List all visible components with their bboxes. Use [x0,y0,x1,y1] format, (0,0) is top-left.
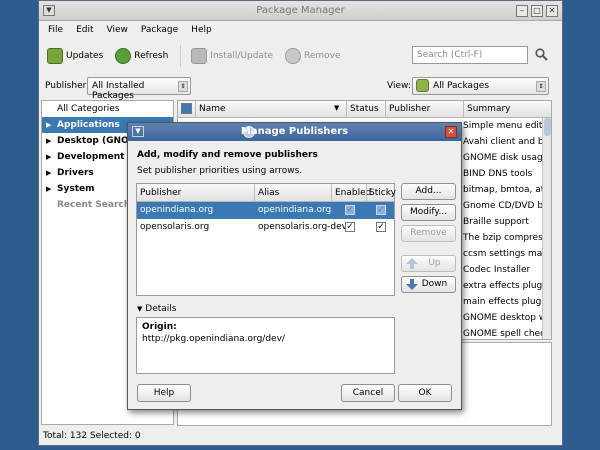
menu-edit[interactable]: Edit [76,25,93,35]
chevron-updown-icon: ⇕ [536,81,546,92]
menu-package[interactable]: Package [141,25,178,35]
expander-icon[interactable]: ▶ [46,181,51,197]
publisher-combo[interactable]: All Installed Packages ⇕ [87,77,191,101]
sidebar-item-all-categories[interactable]: All Categories [42,101,173,117]
updates-icon [47,48,63,64]
menu-help[interactable]: Help [191,25,212,35]
column-alias[interactable]: Alias [258,188,279,198]
select-all-checkbox[interactable] [181,103,192,114]
updates-button[interactable]: Updates [47,48,103,64]
menu-view[interactable]: View [107,25,128,35]
column-publisher[interactable]: Publisher [140,188,181,198]
minimize-icon[interactable]: – [516,5,528,17]
package-summary-cell[interactable]: Braille support [460,214,551,230]
maximize-icon[interactable]: □ [531,5,543,17]
view-label: View: [387,81,411,91]
sort-arrow-icon: ▼ [334,104,340,112]
scrollbar-thumb[interactable] [544,118,551,136]
package-summary-cell[interactable]: Avahi client and bridg [460,134,551,150]
enabled-checkbox[interactable]: ✓ [345,222,355,232]
remove-button[interactable]: Remove [285,48,341,64]
menubar: File Edit View Package Help [39,22,562,38]
sticky-checkbox[interactable]: ✓ [376,222,386,232]
publisher-table: Publisher Alias Enabled Sticky openindia… [136,183,396,296]
close-icon[interactable]: ✕ [445,126,457,138]
package-summary-cell[interactable]: ccsm settings manac [460,246,551,262]
publisher-row[interactable]: opensolaris.org opensolaris.org-dev ✓ ✓ [137,219,394,236]
package-summary-cell[interactable]: Simple menu editor f [460,118,551,134]
add-publisher-button[interactable]: Add... [401,183,456,200]
expander-icon[interactable]: ▶ [46,149,51,165]
summary-column: Simple menu editor f Avahi client and bri… [460,118,551,339]
move-down-button[interactable]: Down [401,276,456,293]
package-summary-cell[interactable]: The bzip compressio [460,230,551,246]
arrow-down-icon [406,279,418,290]
modify-publisher-button[interactable]: Modify... [401,204,456,221]
window-title: Package Manager [256,5,345,16]
remove-publisher-button[interactable]: Remove [401,225,456,242]
move-up-button[interactable]: Up [401,255,456,272]
package-summary-cell[interactable]: GNOME disk usage a [460,150,551,166]
column-publisher[interactable]: Publisher [389,104,430,114]
search-input[interactable]: Search (Ctrl-F) [412,46,528,64]
package-summary-cell[interactable]: bitmap, bmtoa, atob [460,182,551,198]
packages-icon [416,79,429,92]
remove-icon [285,48,302,64]
menu-file[interactable]: File [48,25,63,35]
expander-icon[interactable]: ▶ [46,117,51,133]
package-list-header: Name ▼ Status Publisher Summary [178,101,551,118]
expander-icon[interactable]: ▶ [46,165,51,181]
dialog-subheading: Set publisher priorities using arrows. [137,166,303,176]
dialog-heading: Add, modify and remove publishers [137,150,318,160]
dialog-title: Manage Publishers [240,126,349,137]
package-summary-cell[interactable]: GNOME spell checkov [460,326,551,339]
status-bar: Total: 132 Selected: 0 [43,431,141,441]
help-button[interactable]: Help [137,384,191,402]
manage-publishers-dialog: ▼ Manage Publishers ✕ Add, modify and re… [127,122,462,410]
column-status[interactable]: Status [350,104,379,114]
refresh-button[interactable]: Refresh [115,48,168,64]
view-combo[interactable]: All Packages ⇕ [412,77,549,95]
cancel-button[interactable]: Cancel [341,384,395,402]
ok-button[interactable]: OK [398,384,452,402]
column-name[interactable]: Name [199,104,226,114]
column-summary[interactable]: Summary [467,104,511,114]
refresh-icon [115,48,132,64]
sticky-checkbox[interactable]: ✓ [376,205,386,215]
details-expander[interactable]: ▼ Details [137,304,176,314]
package-summary-cell[interactable]: main effects plugins [460,294,551,310]
enabled-checkbox[interactable]: ✓ [345,205,355,215]
search-icon[interactable] [535,48,548,61]
package-summary-cell[interactable]: extra effects plugins [460,278,551,294]
publisher-row[interactable]: openindiana.org openindiana.org ✓ ✓ [137,202,394,219]
origin-label: Origin: [142,322,177,332]
filter-bar: Publisher: All Installed Packages ⇕ View… [39,76,562,101]
origin-value: http://pkg.openindiana.org/dev/ [142,334,285,344]
publisher-table-header: Publisher Alias Enabled Sticky [137,184,396,202]
close-icon[interactable]: ✕ [546,5,558,17]
expander-down-icon: ▼ [137,305,143,313]
package-summary-cell[interactable]: GNOME desktop wid [460,310,551,326]
install-icon [191,48,208,64]
expander-icon[interactable]: ▶ [46,133,51,149]
chevron-updown-icon: ⇕ [178,81,188,92]
dialog-titlebar[interactable]: ▼ Manage Publishers ✕ [128,123,461,141]
arrow-up-icon [406,258,418,269]
install-update-button[interactable]: Install/Update [191,48,273,64]
package-summary-cell[interactable]: BIND DNS tools [460,166,551,182]
publisher-details-box: Origin: http://pkg.openindiana.org/dev/ [136,317,395,374]
package-summary-cell[interactable]: Gnome CD/DVD burr [460,198,551,214]
column-sticky[interactable]: Sticky [369,188,396,198]
window-titlebar[interactable]: ▼ Package Manager – □ ✕ [39,1,562,21]
publisher-label: Publisher: [45,81,90,91]
vertical-scrollbar[interactable] [542,118,551,339]
package-summary-cell[interactable]: Codec Installer [460,262,551,278]
toolbar-separator [180,45,182,67]
